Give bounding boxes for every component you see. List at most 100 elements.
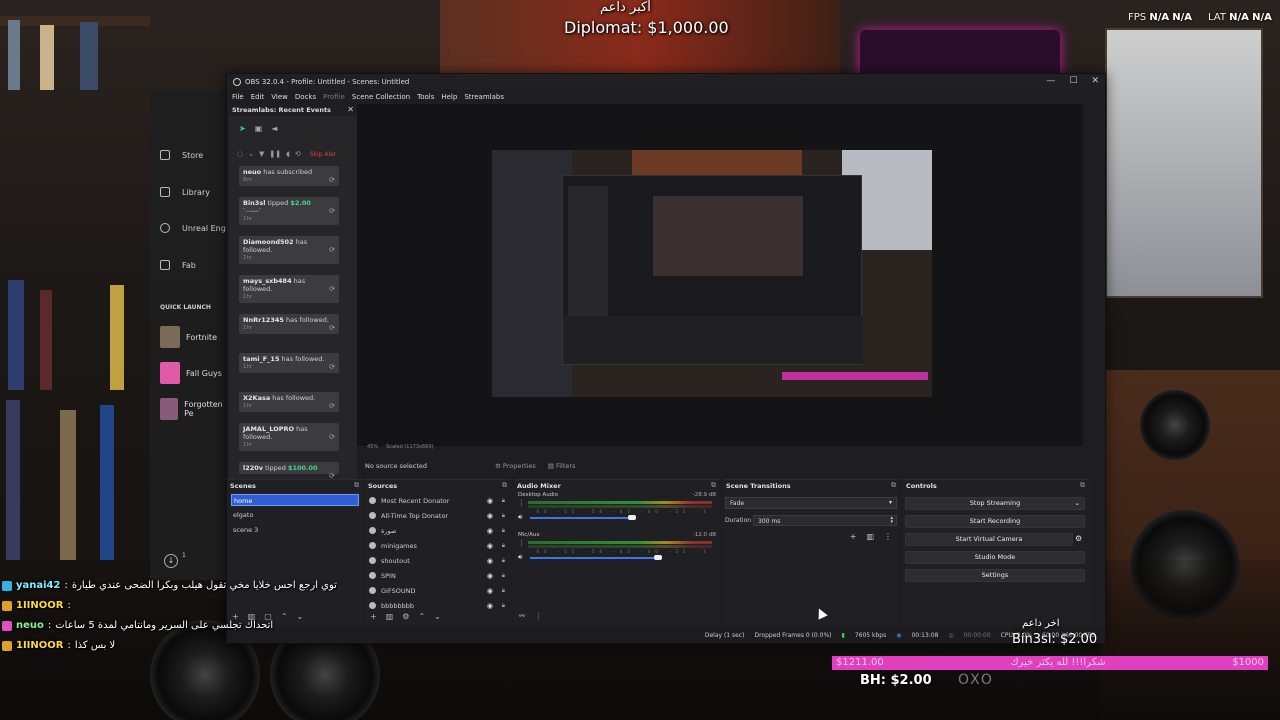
program-preview[interactable] xyxy=(492,150,932,397)
more-icon[interactable]: ⋮ xyxy=(535,612,542,620)
preview-area[interactable] xyxy=(357,104,1083,446)
source-item[interactable]: Most Recent Donator ◉ 🔒︎ xyxy=(369,494,507,507)
menu-file[interactable]: File xyxy=(232,93,244,101)
source-item[interactable]: minigames ◉ 🔒︎ xyxy=(369,539,507,552)
menu-streamlabs[interactable]: Streamlabs xyxy=(464,93,504,101)
dock-float-icon[interactable]: ⧉ xyxy=(891,481,896,490)
menu-docks[interactable]: Docks xyxy=(295,93,316,101)
lock-icon[interactable]: 🔒︎ xyxy=(502,542,505,550)
replay-icon[interactable]: ⟳ xyxy=(329,207,335,215)
arrow-up-icon[interactable]: ⌃ xyxy=(418,612,425,621)
add-icon[interactable]: + xyxy=(370,612,377,621)
menu-view[interactable]: View xyxy=(271,93,288,101)
replay-icon[interactable]: ⟳ xyxy=(329,402,335,410)
volume-slider-knob[interactable] xyxy=(628,515,636,520)
eye-icon[interactable]: ◉ xyxy=(487,557,493,565)
skip-alert-button[interactable]: Skip Aler xyxy=(310,151,337,158)
quick-launch-fall-guys[interactable]: Fall Guys xyxy=(160,362,222,384)
replay-icon[interactable]: ⟳ xyxy=(329,363,335,371)
properties-button[interactable]: ⚙ Properties xyxy=(495,462,536,470)
eye-icon[interactable]: ◉ xyxy=(487,542,493,550)
dock-float-icon[interactable]: ⧉ xyxy=(502,481,507,490)
filters-button[interactable]: ▤ Filters xyxy=(548,462,576,470)
pause-icon[interactable]: ❚❚ xyxy=(269,150,281,158)
trash-icon[interactable]: ▥ xyxy=(866,532,874,541)
replay-icon[interactable]: ⟳ xyxy=(329,324,335,332)
dock-float-icon[interactable]: ⧉ xyxy=(1080,481,1085,490)
source-item[interactable]: SPIN ◉ 🔒︎ xyxy=(369,569,507,582)
source-item[interactable]: صورة ◉ 🔒︎ xyxy=(369,524,507,537)
quick-launch-forgotten[interactable]: Forgotten Pe xyxy=(160,398,230,420)
maximize-icon[interactable]: ☐ xyxy=(1069,76,1077,86)
gear-icon[interactable]: ⚙ xyxy=(1075,534,1082,543)
trash-icon[interactable]: ▥ xyxy=(386,612,394,621)
minimize-icon[interactable]: — xyxy=(1046,76,1055,86)
lock-icon[interactable]: 🔒︎ xyxy=(502,527,505,535)
lock-icon[interactable]: 🔒︎ xyxy=(502,587,505,595)
dock-float-icon[interactable]: ⧉ xyxy=(354,481,359,490)
replay-icon[interactable]: ⟳ xyxy=(329,176,335,184)
launcher-item-library[interactable]: Library xyxy=(160,187,210,197)
link-icon[interactable]: ⚯ xyxy=(519,612,525,620)
source-item[interactable]: All-Time Top Donator ◉ 🔒︎ xyxy=(369,509,507,522)
download-icon[interactable]: ↓ xyxy=(164,554,178,568)
filter-icon[interactable]: ▼ xyxy=(259,150,264,158)
dock-float-icon[interactable]: ⧉ xyxy=(711,481,716,490)
speaker-icon[interactable]: 🔊︎ xyxy=(518,553,522,562)
transition-select[interactable]: Fade ▾ xyxy=(725,497,897,509)
chevron-down-icon[interactable]: ⌄ xyxy=(248,150,254,158)
eye-icon[interactable]: ◉ xyxy=(487,527,493,535)
eye-slash-icon[interactable]: ◌ xyxy=(237,150,243,158)
close-icon[interactable]: ✕ xyxy=(347,105,354,114)
megaphone-icon[interactable]: ◄ xyxy=(271,124,277,133)
eye-icon[interactable]: ◉ xyxy=(487,512,493,520)
repeat-icon[interactable]: ⟲ xyxy=(295,150,301,158)
eye-icon[interactable]: ◉ xyxy=(487,602,493,610)
gift-icon[interactable]: ▣ xyxy=(255,124,263,133)
start-virtual-camera-button[interactable]: Start Virtual Camera xyxy=(905,533,1073,546)
menu-profile[interactable]: Profile xyxy=(323,93,345,101)
source-item[interactable]: GIFSOUND ◉ 🔒︎ xyxy=(369,584,507,597)
lock-icon[interactable]: 🔒︎ xyxy=(502,572,505,580)
menu-edit[interactable]: Edit xyxy=(251,93,265,101)
eye-icon[interactable]: ◉ xyxy=(487,587,493,595)
settings-button[interactable]: Settings xyxy=(905,569,1085,582)
volume-slider[interactable] xyxy=(530,557,658,559)
replay-icon[interactable]: ⟳ xyxy=(329,285,335,293)
more-icon[interactable]: ⋮ xyxy=(518,499,525,507)
send-icon[interactable]: ➤ xyxy=(239,124,246,133)
gear-icon[interactable]: ⚙ xyxy=(402,612,409,621)
eye-icon[interactable]: ◉ xyxy=(487,572,493,580)
lock-icon[interactable]: 🔒︎ xyxy=(502,602,505,610)
menu-help[interactable]: Help xyxy=(441,93,457,101)
launcher-item-store[interactable]: Store xyxy=(160,150,203,160)
arrow-down-icon[interactable]: ⌄ xyxy=(434,612,441,621)
scene-item[interactable]: elgato xyxy=(231,509,359,521)
arrow-down-icon[interactable]: ⌄ xyxy=(297,612,304,621)
volume-icon[interactable]: ◖ xyxy=(286,150,290,158)
source-item[interactable]: shoutout ◉ 🔒︎ xyxy=(369,554,507,567)
lock-icon[interactable]: 🔒︎ xyxy=(502,557,505,565)
studio-mode-button[interactable]: Studio Mode xyxy=(905,551,1085,564)
eye-icon[interactable]: ◉ xyxy=(487,497,493,505)
lock-icon[interactable]: 🔒︎ xyxy=(502,497,505,505)
scene-item[interactable]: scene 3 xyxy=(231,524,359,536)
close-icon[interactable]: ✕ xyxy=(1091,76,1099,86)
start-recording-button[interactable]: Start Recording xyxy=(905,515,1085,528)
menu-tools[interactable]: Tools xyxy=(417,93,434,101)
stop-streaming-button[interactable]: Stop Streaming ⌄ xyxy=(905,497,1085,510)
speaker-icon[interactable]: 🔊︎ xyxy=(518,513,522,522)
volume-slider[interactable] xyxy=(530,517,632,519)
chevron-down-icon[interactable]: ⌄ xyxy=(1075,498,1080,509)
spinner-icon[interactable]: ▴ ▾ xyxy=(890,516,893,525)
duration-input[interactable]: 300 ms ▴ ▾ xyxy=(753,515,897,526)
launcher-item-fab[interactable]: Fab xyxy=(160,260,196,270)
scene-item[interactable]: home xyxy=(231,494,359,506)
quick-launch-fortnite[interactable]: Fortnite xyxy=(160,326,217,348)
arrow-up-icon[interactable]: ⌃ xyxy=(281,612,288,621)
source-item[interactable]: bbbbbbbb ◉ 🔒︎ xyxy=(369,599,507,612)
lock-icon[interactable]: 🔒︎ xyxy=(502,512,505,520)
more-icon[interactable]: ⋮ xyxy=(884,532,892,541)
more-icon[interactable]: ⋮ xyxy=(518,539,525,547)
volume-slider-knob[interactable] xyxy=(653,555,662,560)
